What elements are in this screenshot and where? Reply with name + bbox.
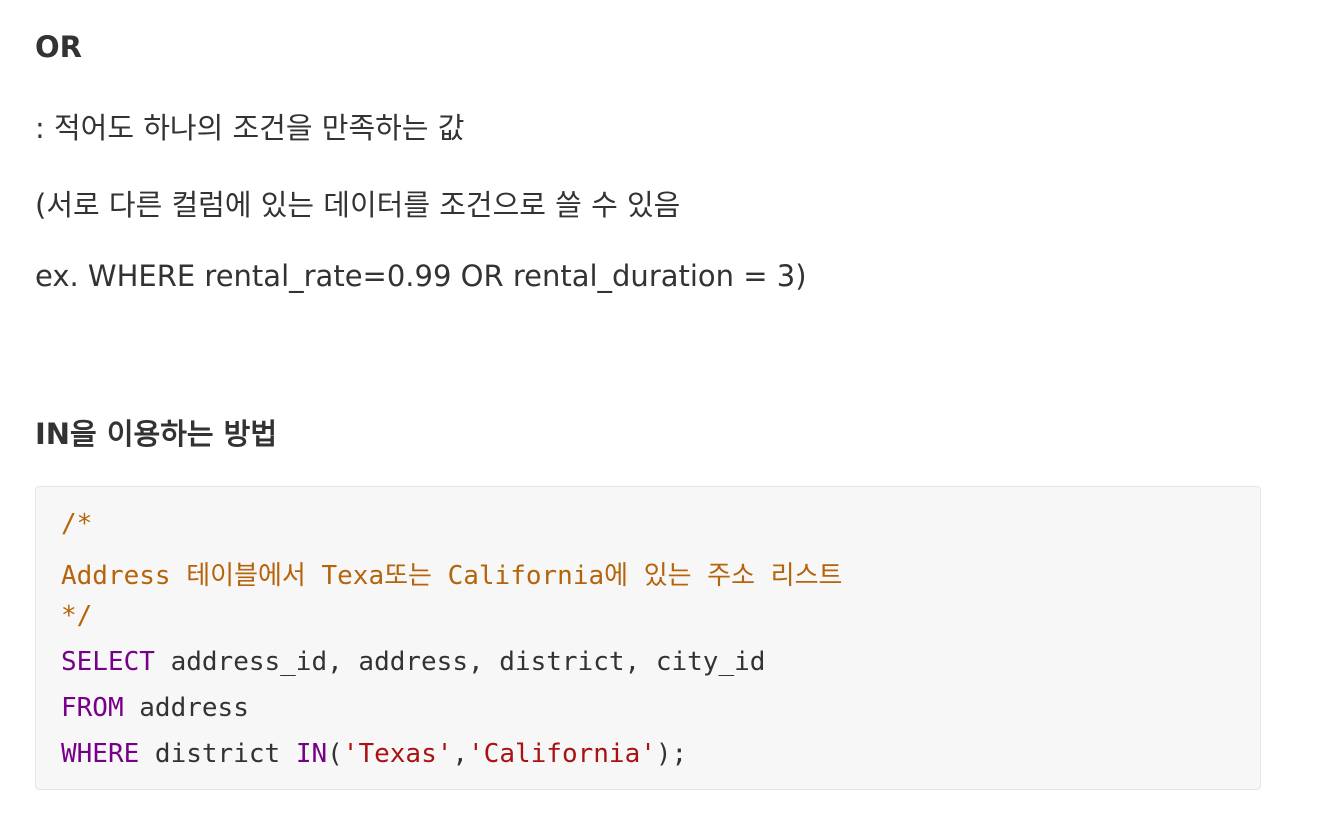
statement-end: );	[655, 739, 688, 769]
or-note: (서로 다른 컬럼에 있는 데이터를 조건으로 쓸 수 있음	[35, 188, 681, 222]
paren-open: (	[327, 739, 343, 769]
sql-keyword-where: WHERE	[61, 739, 140, 769]
heading-in: IN을 이용하는 방법	[35, 417, 278, 451]
where-column: district	[139, 739, 296, 769]
sql-keyword-select: SELECT	[61, 647, 155, 677]
code-comment-close: */	[61, 601, 93, 631]
or-description: : 적어도 하나의 조건을 만족하는 값	[35, 111, 465, 145]
sql-keyword-in: IN	[295, 739, 328, 769]
comma: ,	[452, 739, 469, 769]
from-table: address	[123, 693, 249, 723]
sql-keyword-from: FROM	[61, 693, 124, 723]
or-example: ex. WHERE rental_rate=0.99 OR rental_dur…	[35, 259, 807, 293]
code-comment-text: Address 테이블에서 Texa또는 California에 있는 주소 리…	[61, 561, 843, 591]
string-california: 'California'	[468, 739, 656, 769]
code-block: /* Address 테이블에서 Texa또는 California에 있는 주…	[35, 486, 1261, 790]
heading-or: OR	[35, 30, 82, 64]
code-line-where: WHERE district IN('Texas','California');	[61, 739, 687, 769]
code-comment-open: /*	[61, 509, 93, 539]
code-line-from: FROM address	[61, 693, 249, 723]
code-line-select: SELECT address_id, address, district, ci…	[61, 647, 765, 677]
select-columns: address_id, address, district, city_id	[154, 647, 766, 677]
string-texas: 'Texas'	[342, 739, 453, 769]
